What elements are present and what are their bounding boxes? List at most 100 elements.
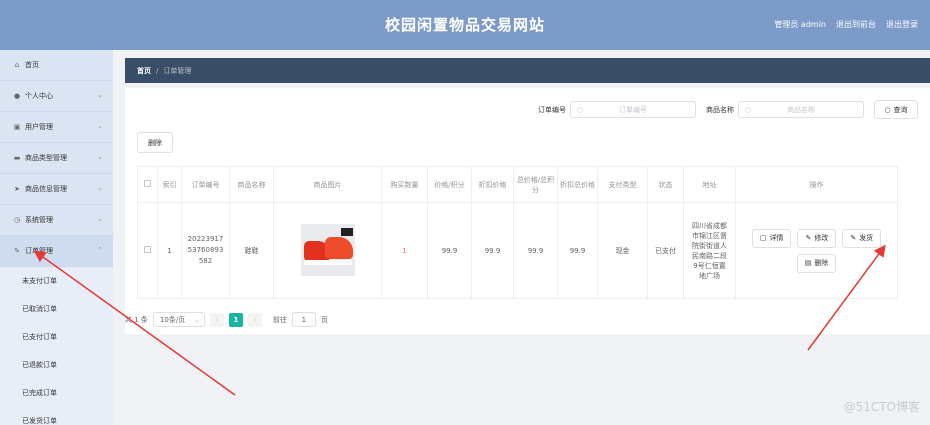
page-unit-label: 页 xyxy=(320,315,328,324)
col-price: 价格/积分 xyxy=(427,166,472,203)
sidebar-item-category[interactable]: ▬ 商品类型管理 ⌄ xyxy=(0,143,113,174)
order-icon: ✎ xyxy=(14,247,20,255)
col-pay-type: 支付类型 xyxy=(597,166,648,203)
breadcrumb: 首页 / 订单管理 xyxy=(125,58,930,83)
chevron-up-icon: ⌃ xyxy=(97,246,103,254)
chevron-left-icon: ‹ xyxy=(215,315,219,324)
cell-image xyxy=(273,202,382,299)
sidebar-item-system[interactable]: ◷ 系统管理 ⌄ xyxy=(0,205,113,236)
detail-icon: ▢ xyxy=(759,234,767,242)
sidebar-item-users[interactable]: ▣ 用户管理 ⌄ xyxy=(0,112,113,143)
pager-total: 共 1 条 xyxy=(125,315,148,324)
main-content: 首页 / 订单管理 订单编号 ○ 订单编号 商品名称 ○ 商品名称 ○ 查询 删除 索… xyxy=(113,50,930,425)
sidebar-sub-refunded[interactable]: 已退款订单 xyxy=(0,351,113,379)
cell-discount-total: 99.9 xyxy=(557,202,598,299)
sidebar-sub-shipped[interactable]: 已发货订单 xyxy=(0,407,113,425)
col-qty: 购买数量 xyxy=(381,166,428,203)
search-bar: 订单编号 ○ 订单编号 商品名称 ○ 商品名称 ○ 查询 xyxy=(538,100,930,119)
cell-status: 已支付 xyxy=(647,202,684,299)
header-actions: 管理员 admin 退出到前台 退出登录 xyxy=(774,19,918,30)
pagination: 共 1 条 10条/页 ⌄ ‹ 1 › 前往 1 页 xyxy=(125,312,328,327)
goods-name-label: 商品名称 xyxy=(706,105,734,114)
detail-button[interactable]: ▢ 详情 xyxy=(751,228,792,248)
sidebar-item-home[interactable]: ⌂ 首页 xyxy=(0,50,113,81)
col-address: 地址 xyxy=(683,166,736,203)
admin-label: 管理员 admin xyxy=(774,20,826,29)
cell-total: 99.9 xyxy=(513,202,558,299)
chevron-right-icon: › xyxy=(253,315,257,324)
search-icon: ○ xyxy=(884,105,891,114)
cell-price: 99.9 xyxy=(427,202,472,299)
query-button[interactable]: ○ 查询 xyxy=(874,100,918,119)
col-order-no: 订单编号 xyxy=(181,166,230,203)
sidebar-item-personal[interactable]: ● 个人中心 ⌄ xyxy=(0,81,113,112)
cell-name: 鞋鞋 xyxy=(229,202,274,299)
sidebar-sub-unpaid[interactable]: 未支付订单 xyxy=(0,267,113,295)
cell-address: 四川省成都市锦江区督院街街道人民南路二段9号仁恒置地广场 xyxy=(683,202,736,299)
row-actions: ▢ 详情 ✎ 修改 ✎ 发货 ▤ 删除 xyxy=(738,228,895,273)
category-icon: ▬ xyxy=(13,154,21,162)
goto-page-input[interactable]: 1 xyxy=(291,312,316,327)
order-no-placeholder: 订单编号 xyxy=(619,105,647,114)
row-select-cell[interactable] xyxy=(137,202,158,299)
page-number-current[interactable]: 1 xyxy=(228,312,243,327)
col-total: 总价格/总积分 xyxy=(513,166,558,203)
breadcrumb-current: 订单管理 xyxy=(163,66,192,75)
breadcrumb-home[interactable]: 首页 xyxy=(137,66,151,76)
ship-button[interactable]: ✎ 发货 xyxy=(842,228,882,248)
product-image xyxy=(300,223,355,276)
cell-index: 1 xyxy=(157,202,182,299)
row-checkbox[interactable] xyxy=(144,246,151,253)
col-index: 索引 xyxy=(157,166,182,203)
sidebar-sub-completed[interactable]: 已完成订单 xyxy=(0,379,113,407)
col-discount-total: 折扣总价格 xyxy=(557,166,598,203)
chevron-down-icon: ⌄ xyxy=(97,215,103,223)
col-name: 商品名称 xyxy=(229,166,274,203)
order-panel: 订单编号 ○ 订单编号 商品名称 ○ 商品名称 ○ 查询 删除 索引 订单编号 商品名… xyxy=(125,88,930,334)
col-ops: 操作 xyxy=(735,166,898,203)
table-header-row: 索引 订单编号 商品名称 商品图片 购买数量 价格/积分 折扣价格 总价格/总积… xyxy=(137,166,898,203)
chevron-down-icon: ⌄ xyxy=(194,315,200,324)
select-all-cell[interactable] xyxy=(137,166,158,203)
select-all-checkbox[interactable] xyxy=(144,180,151,187)
goods-name-placeholder: 商品名称 xyxy=(787,105,815,114)
col-image: 商品图片 xyxy=(273,166,382,203)
order-no-input[interactable]: ○ 订单编号 xyxy=(570,101,696,118)
back-to-front-link[interactable]: 退出到前台 xyxy=(836,19,876,30)
watermark: @51CTO博客 xyxy=(843,400,920,414)
sidebar-item-orders[interactable]: ✎ 订单管理 ⌃ xyxy=(0,236,113,267)
logout-link[interactable]: 退出登录 xyxy=(886,19,918,30)
home-icon: ⌂ xyxy=(14,61,20,69)
goto-label: 前往 xyxy=(272,315,287,324)
col-discount: 折扣价格 xyxy=(471,166,514,203)
sidebar: ⌂ 首页 ● 个人中心 ⌄ ▣ 用户管理 ⌄ ▬ 商品类型管理 ⌄ ➤ 商品信息管理 ⌄ ◷ 系统管… xyxy=(0,50,113,425)
breadcrumb-separator: / xyxy=(156,66,159,75)
page-size-select[interactable]: 10条/页 ⌄ xyxy=(152,312,205,327)
settings-icon: ◷ xyxy=(13,216,21,224)
sidebar-sub-paid[interactable]: 已支付订单 xyxy=(0,323,113,351)
cell-qty: 1 xyxy=(381,202,428,299)
cell-pay-type: 现金 xyxy=(597,202,648,299)
col-status: 状态 xyxy=(647,166,684,203)
edit-button[interactable]: ✎ 修改 xyxy=(797,228,837,248)
edit-icon: ✎ xyxy=(805,234,812,242)
edit-icon: ✎ xyxy=(850,234,857,242)
top-bar: 校园闲置物品交易网站 管理员 admin 退出到前台 退出登录 xyxy=(0,0,930,50)
prev-page-button[interactable]: ‹ xyxy=(209,312,224,327)
trash-icon: ▤ xyxy=(804,259,812,267)
users-icon: ▣ xyxy=(13,123,21,131)
send-icon: ➤ xyxy=(14,185,20,193)
user-icon: ● xyxy=(13,92,21,100)
row-delete-button[interactable]: ▤ 删除 xyxy=(796,253,837,273)
batch-delete-button[interactable]: 删除 xyxy=(137,132,173,153)
chevron-down-icon: ⌄ xyxy=(97,122,103,130)
order-no-label: 订单编号 xyxy=(538,105,566,114)
goods-name-input[interactable]: ○ 商品名称 xyxy=(738,101,864,118)
chevron-down-icon: ⌄ xyxy=(97,153,103,161)
cell-discount: 99.9 xyxy=(471,202,514,299)
sidebar-item-goods[interactable]: ➤ 商品信息管理 ⌄ xyxy=(0,174,113,205)
chevron-down-icon: ⌄ xyxy=(97,91,103,99)
cell-ops: ▢ 详情 ✎ 修改 ✎ 发货 ▤ 删除 xyxy=(735,202,898,299)
sidebar-sub-cancelled[interactable]: 已取消订单 xyxy=(0,295,113,323)
next-page-button[interactable]: › xyxy=(247,312,262,327)
